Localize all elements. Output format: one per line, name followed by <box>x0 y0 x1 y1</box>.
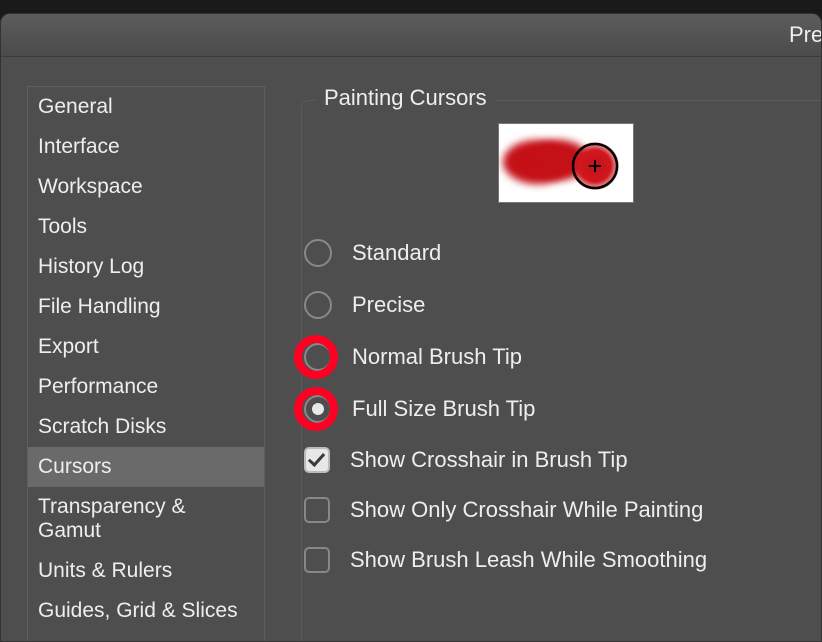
sidebar-item-file-handling[interactable]: File Handling <box>28 287 264 327</box>
checkbox-label: Show Brush Leash While Smoothing <box>350 547 707 573</box>
radio-row-full-size-brush-tip[interactable]: Full Size Brush Tip <box>302 383 821 435</box>
options-list: Standard Precise Normal Brush Tip Full Size… <box>302 227 821 585</box>
radio-row-standard[interactable]: Standard <box>302 227 821 279</box>
sidebar-item-export[interactable]: Export <box>28 327 264 367</box>
radio-button[interactable] <box>304 239 332 267</box>
group-title: Painting Cursors <box>316 85 495 111</box>
preferences-window: Preferences GeneralInterfaceWorkspaceToo… <box>0 13 822 642</box>
sidebar-list: GeneralInterfaceWorkspaceToolsHistory Lo… <box>27 86 265 641</box>
checkbox-row-show-only-crosshair-while-painting[interactable]: Show Only Crosshair While Painting <box>302 485 821 535</box>
radio-button[interactable] <box>304 291 332 319</box>
main-panel: Painting Cursors <box>281 86 821 641</box>
radio-row-normal-brush-tip[interactable]: Normal Brush Tip <box>302 331 821 383</box>
sidebar-item-performance[interactable]: Performance <box>28 367 264 407</box>
sidebar-item-cursors[interactable]: Cursors <box>28 447 264 487</box>
checkbox[interactable] <box>304 497 330 523</box>
radio-label: Normal Brush Tip <box>352 344 522 370</box>
checkbox-label: Show Only Crosshair While Painting <box>350 497 703 523</box>
checkbox[interactable] <box>304 447 330 473</box>
sidebar-item-plug-ins[interactable]: Plug-Ins <box>28 631 264 642</box>
sidebar-item-history-log[interactable]: History Log <box>28 247 264 287</box>
checkbox-row-show-brush-leash-while-smoothing[interactable]: Show Brush Leash While Smoothing <box>302 535 821 585</box>
radio-label: Full Size Brush Tip <box>352 396 535 422</box>
painting-cursors-group: Painting Cursors <box>301 100 821 641</box>
checkbox[interactable] <box>304 547 330 573</box>
content-area: GeneralInterfaceWorkspaceToolsHistory Lo… <box>1 56 821 641</box>
sidebar-item-workspace[interactable]: Workspace <box>28 167 264 207</box>
sidebar-item-tools[interactable]: Tools <box>28 207 264 247</box>
sidebar-item-general[interactable]: General <box>28 87 264 127</box>
window-title: Preferences <box>1 22 821 47</box>
radio-button[interactable] <box>304 395 332 423</box>
sidebar-item-interface[interactable]: Interface <box>28 127 264 167</box>
radio-row-precise[interactable]: Precise <box>302 279 821 331</box>
sidebar-item-scratch-disks[interactable]: Scratch Disks <box>28 407 264 447</box>
sidebar-item-guides-grid-slices[interactable]: Guides, Grid & Slices <box>28 591 264 631</box>
sidebar-item-transparency-gamut[interactable]: Transparency & Gamut <box>28 487 264 551</box>
radio-button[interactable] <box>304 343 332 371</box>
radio-label: Standard <box>352 240 441 266</box>
checkbox-row-show-crosshair-in-brush-tip[interactable]: Show Crosshair in Brush Tip <box>302 435 821 485</box>
cursor-preview <box>498 123 634 203</box>
radio-label: Precise <box>352 292 425 318</box>
titlebar: Preferences <box>1 14 821 57</box>
checkbox-label: Show Crosshair in Brush Tip <box>350 447 628 473</box>
sidebar-item-units-rulers[interactable]: Units & Rulers <box>28 551 264 591</box>
